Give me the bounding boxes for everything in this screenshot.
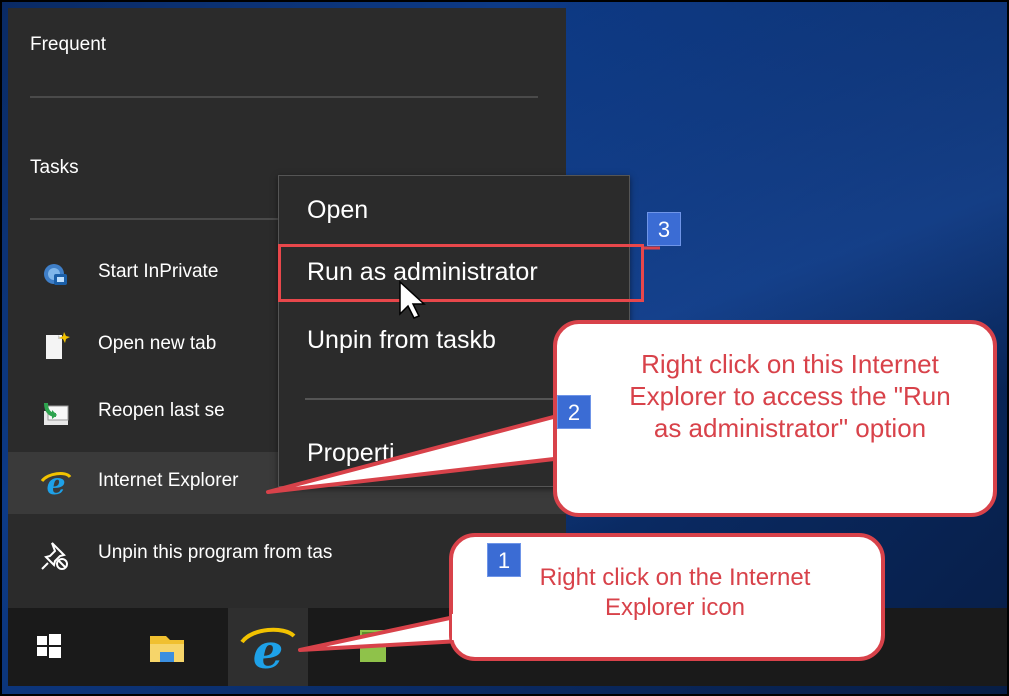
- step-3-badge: 3: [647, 212, 681, 246]
- step-1-badge: 1: [487, 543, 521, 577]
- callout-1-pointer-cover: [452, 612, 474, 640]
- step-2-badge: 2: [557, 395, 591, 429]
